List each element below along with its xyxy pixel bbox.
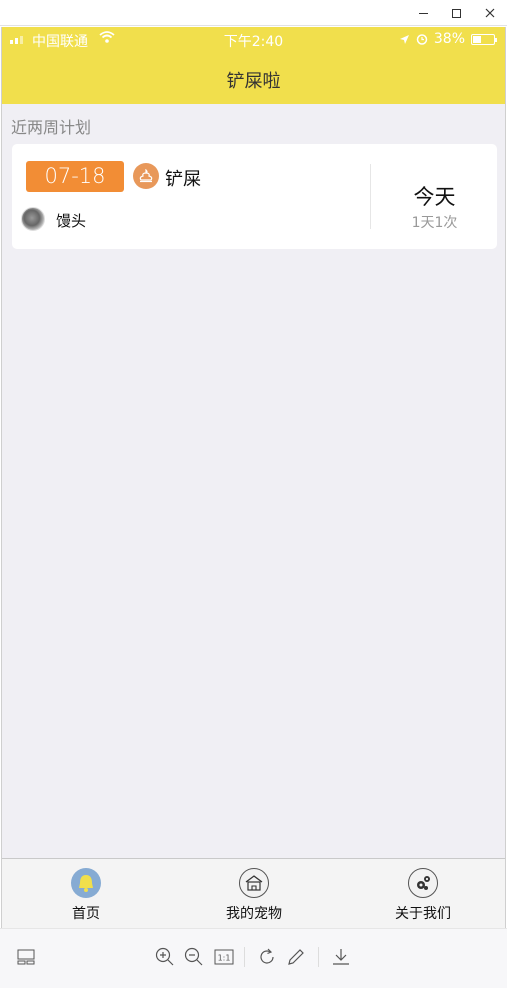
battery-icon bbox=[471, 33, 497, 45]
window-titlebar bbox=[0, 0, 507, 26]
tab-home[interactable]: 首页 bbox=[2, 859, 170, 928]
task-label: 铲屎 bbox=[165, 169, 201, 190]
section-title: 近两周计划 bbox=[11, 118, 92, 137]
maximize-icon bbox=[451, 8, 461, 18]
tab-about-us-label: 关于我们 bbox=[395, 906, 451, 922]
tab-home-label: 首页 bbox=[72, 906, 100, 922]
alarm-icon bbox=[416, 34, 428, 45]
gears-icon bbox=[408, 868, 438, 898]
minimize-icon bbox=[418, 12, 428, 14]
pet-name: 馒头 bbox=[56, 212, 87, 230]
viewer-toolbar: 1:1 bbox=[0, 928, 507, 988]
frequency-label: 1天1次 bbox=[411, 215, 458, 231]
battery-fill bbox=[473, 35, 482, 43]
status-right: 38% bbox=[399, 31, 497, 47]
due-day: 今天 bbox=[413, 185, 456, 209]
zoom-out-icon[interactable] bbox=[182, 945, 206, 969]
date-badge: 07-18 bbox=[26, 161, 124, 192]
zoom-in-icon[interactable] bbox=[153, 945, 177, 969]
close-button[interactable] bbox=[474, 0, 506, 26]
tab-my-pets[interactable]: 我的宠物 bbox=[170, 859, 338, 928]
status-bar: 中国联通 下午2:40 38% bbox=[2, 27, 505, 53]
actual-size-label: 1:1 bbox=[218, 954, 231, 963]
card-divider bbox=[370, 164, 371, 229]
battery-percent: 38% bbox=[433, 31, 465, 47]
layout-icon[interactable] bbox=[14, 945, 38, 969]
phone-screen: 中国联通 下午2:40 38% 铲屎啦 近两周计划 07-18 铲屎 馒头 今天… bbox=[1, 27, 506, 928]
plan-card[interactable]: 07-18 铲屎 馒头 今天 1天1次 bbox=[12, 144, 497, 249]
app-header: 中国联通 下午2:40 38% 铲屎啦 bbox=[2, 27, 505, 104]
tab-bar: 首页 我的宠物 关于我们 bbox=[2, 858, 505, 928]
rotate-icon[interactable] bbox=[255, 945, 279, 969]
tab-about-us[interactable]: 关于我们 bbox=[339, 859, 505, 928]
poop-icon bbox=[133, 163, 159, 189]
actual-size-icon[interactable]: 1:1 bbox=[212, 945, 236, 969]
page-title: 铲屎啦 bbox=[226, 71, 281, 92]
close-icon bbox=[485, 8, 495, 18]
minimize-button[interactable] bbox=[407, 0, 439, 26]
location-arrow-icon bbox=[399, 34, 409, 44]
toolbar-separator bbox=[244, 947, 245, 967]
edit-icon[interactable] bbox=[284, 945, 308, 969]
toolbar-separator bbox=[318, 947, 319, 967]
maximize-button[interactable] bbox=[440, 0, 472, 26]
pet-house-icon bbox=[239, 868, 269, 898]
pet-avatar bbox=[21, 207, 45, 231]
download-icon[interactable] bbox=[329, 945, 353, 969]
bell-icon bbox=[71, 868, 101, 898]
tab-my-pets-label: 我的宠物 bbox=[226, 906, 282, 922]
